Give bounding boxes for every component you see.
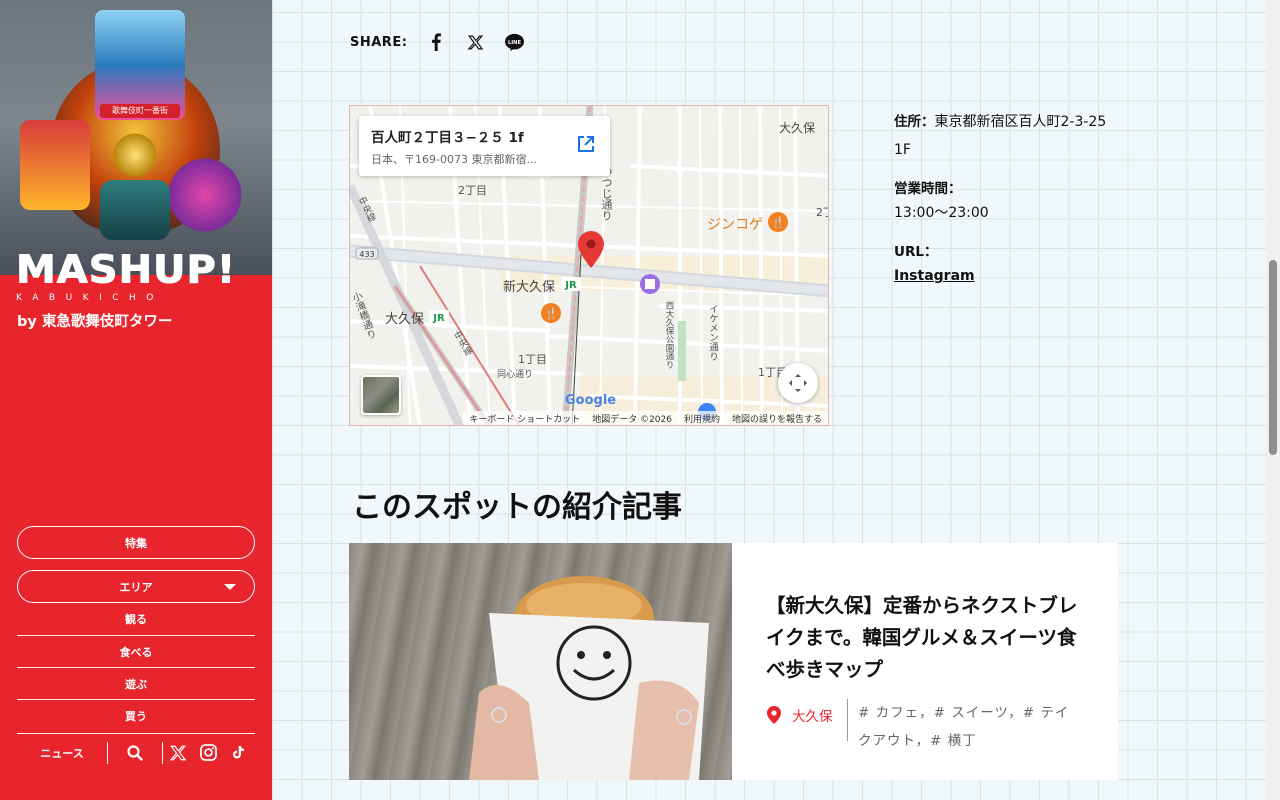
nav-pill-label: エリア: [119, 580, 153, 594]
location-pin-icon: [767, 706, 781, 724]
map-label: 同心通り: [497, 370, 534, 380]
map-label-station: 新大久保: [503, 280, 556, 295]
logo-subtext: KABUKICHO: [16, 293, 164, 303]
map-footer-link[interactable]: 利用規約: [684, 412, 720, 425]
logo-text: MASHUP!: [16, 248, 237, 292]
x-twitter-icon[interactable]: [163, 744, 193, 762]
line-icon[interactable]: LINE: [503, 31, 525, 53]
news-link[interactable]: ニュース: [17, 745, 107, 761]
sidebar-footer: ニュース: [17, 733, 255, 771]
address-label: 住所：: [894, 114, 935, 130]
chevron-down-icon: [224, 584, 236, 590]
svg-text:JR: JR: [564, 280, 577, 291]
nav-item-eat[interactable]: 食べる: [17, 635, 255, 667]
x-twitter-icon[interactable]: [464, 31, 486, 53]
article-thumbnail: [349, 543, 732, 780]
nav-item-label: 観る: [125, 613, 147, 626]
map-footer: キーボード ショートカット 地図データ ©2026 利用規約 地図の誤りを報告す…: [463, 411, 828, 425]
page-scrollbar[interactable]: [1266, 0, 1280, 800]
facebook-icon[interactable]: [425, 31, 447, 53]
share-label: SHARE:: [350, 34, 408, 50]
map-place-title: 百人町２丁目３−２５ 1f: [371, 130, 524, 146]
map-label: 大久保: [779, 121, 816, 135]
map-label-poi: ジンコゲ: [707, 217, 763, 233]
byline: by 東急歌舞伎町タワー: [17, 314, 173, 330]
nav-pill-label: 特集: [125, 536, 147, 550]
article-area[interactable]: 大久保: [766, 699, 848, 741]
hero-collage-image: 歌舞伎町一番街: [0, 0, 272, 275]
google-map[interactable]: 433 🍴 🍴 JR JR 大久保 2丁目 2丁 ジンコゲ 新大久保 大久保: [349, 105, 829, 426]
svg-text:🍴: 🍴: [771, 216, 785, 229]
map-label: イケメン通り: [707, 304, 718, 361]
svg-text:JR: JR: [432, 313, 445, 324]
article-meta: 大久保 # カフェ，# スイーツ，# テイクアウト，# 横丁: [766, 699, 1084, 755]
address: 住所：東京都新宿区百人町2-3-25 1F: [894, 108, 1114, 164]
route-shield: 433: [359, 250, 374, 259]
tiktok-icon[interactable]: [223, 744, 253, 761]
map-label-station: 大久保: [385, 312, 425, 327]
search-icon[interactable]: [108, 744, 162, 761]
site-logo[interactable]: MASHUP! KABUKICHO: [16, 250, 238, 303]
nav-item-label: 買う: [125, 709, 147, 723]
shop-info: 住所：東京都新宿区百人町2-3-25 1F 営業時間： 13:00〜23:00 …: [894, 108, 1114, 290]
satellite-toggle[interactable]: [361, 375, 401, 415]
map-footer-link[interactable]: 地図の誤りを報告する: [732, 412, 822, 425]
section-title: このスポットの紹介記事: [352, 490, 682, 525]
svg-text:LINE: LINE: [508, 39, 522, 45]
article-area-label: 大久保: [792, 709, 833, 725]
url-label: URL：: [894, 244, 938, 260]
map-footer-link: 地図データ ©2026: [592, 414, 672, 425]
article-body: 【新大久保】定番からネクストブレイクまで。韓国グルメ＆スイーツ食べ歩きマップ 大…: [732, 543, 1118, 780]
sidebar: 歌舞伎町一番街 MASHUP! KABUKICHO by 東急歌舞伎町タワー 特…: [0, 0, 272, 800]
nav-item-play[interactable]: 遊ぶ: [17, 667, 255, 699]
article-title[interactable]: 【新大久保】定番からネクストブレイクまで。韓国グルメ＆スイーツ食べ歩きマップ: [766, 590, 1084, 686]
share-bar: SHARE: LINE: [350, 31, 542, 53]
map-label: 2丁目: [458, 184, 487, 197]
hours-label: 営業時間：: [894, 181, 962, 197]
main-content: SHARE: LINE 433 🍴 🍴 JR JR 大久保 2丁目 2 ジンコゲ…: [272, 0, 1266, 800]
collage-sign: 歌舞伎町一番街: [100, 104, 180, 118]
nav-item-label: 遊ぶ: [125, 677, 147, 691]
svg-text:🍴: 🍴: [544, 307, 558, 320]
map-place-address: 日本、〒169-0073 東京都新宿...: [371, 153, 537, 166]
map-label: 2丁: [816, 206, 828, 219]
article-tags[interactable]: # カフェ，# スイーツ，# テイクアウト，# 横丁: [858, 699, 1078, 755]
map-place-card[interactable]: 百人町２丁目３−２５ 1f 日本、〒169-0073 東京都新宿...: [359, 116, 610, 176]
map-footer-link[interactable]: キーボード ショートカット: [469, 412, 580, 425]
nav-item-label: 食べる: [119, 645, 153, 659]
hours-value: 13:00〜23:00: [894, 205, 989, 221]
nav-pill-area[interactable]: エリア: [17, 570, 255, 603]
nav-item-buy[interactable]: 買う: [17, 699, 255, 731]
article-card[interactable]: 【新大久保】定番からネクストブレイクまで。韓国グルメ＆スイーツ食べ歩きマップ 大…: [349, 543, 1118, 780]
nav-pill-features[interactable]: 特集: [17, 526, 255, 559]
instagram-link[interactable]: Instagram: [894, 262, 1114, 290]
nav-item-see[interactable]: 観る: [17, 603, 255, 635]
scrollbar-thumb[interactable]: [1269, 260, 1277, 455]
instagram-icon[interactable]: [193, 743, 223, 762]
map-label: 1丁目: [518, 353, 547, 366]
google-logo: Google: [565, 393, 617, 408]
map-label: 西大久保公園通り: [664, 301, 674, 369]
open-external-icon[interactable]: [576, 134, 596, 158]
fullscreen-icon[interactable]: [778, 363, 818, 403]
